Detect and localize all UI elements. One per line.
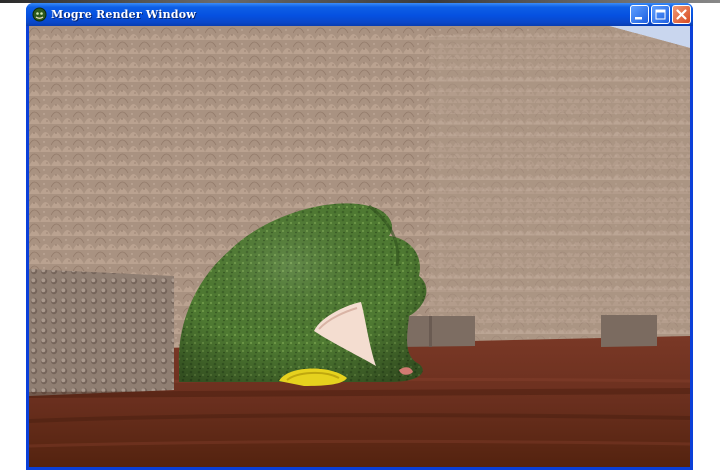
3d-scene[interactable] <box>29 26 690 467</box>
title-bar[interactable]: Mogre Render Window <box>26 3 693 26</box>
render-window[interactable]: Mogre Render Window <box>26 3 693 470</box>
close-icon <box>676 9 687 20</box>
close-button[interactable] <box>672 5 691 24</box>
render-viewport[interactable] <box>29 26 690 467</box>
window-title: Mogre Render Window <box>51 8 196 21</box>
maximize-button[interactable] <box>651 5 670 24</box>
minimize-button[interactable] <box>630 5 649 24</box>
stone-cube-right <box>601 315 657 347</box>
ogre-head-icon[interactable] <box>32 7 47 22</box>
minimize-icon <box>635 17 642 20</box>
maximize-icon <box>655 9 666 20</box>
stone-cube-middle <box>398 316 475 347</box>
